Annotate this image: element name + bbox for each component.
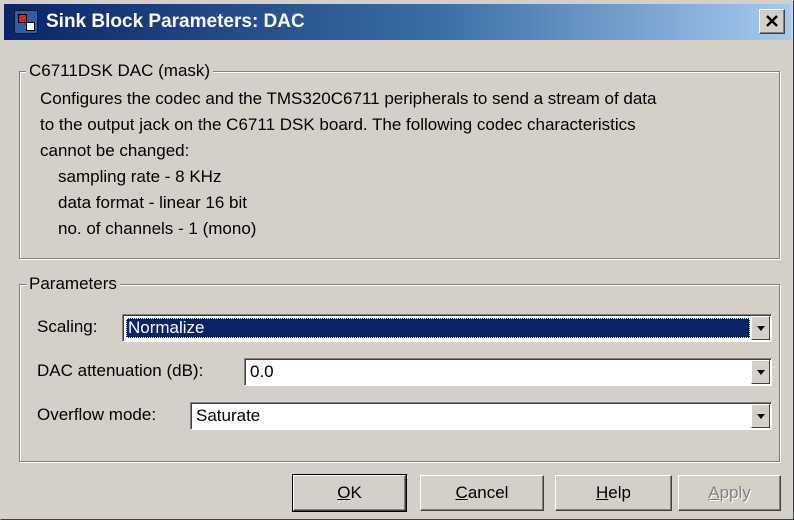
overflow-mode-row: Overflow mode: Saturate [20, 402, 779, 430]
overflow-mode-value: Saturate [196, 406, 261, 425]
ok-label-rest: K [350, 483, 362, 502]
close-button[interactable] [759, 9, 785, 34]
help-mnemonic: H [596, 483, 609, 502]
scaling-value: Normalize [126, 318, 750, 338]
dac-attenuation-value: 0.0 [250, 362, 274, 381]
description-line: to the output jack on the C6711 DSK boar… [40, 115, 636, 134]
apply-label-rest: pply [719, 483, 751, 502]
chevron-down-icon [757, 326, 765, 331]
dialog-window: Sink Block Parameters: DAC C6711DSK DAC … [0, 0, 794, 520]
help-label-rest: elp [608, 483, 631, 502]
scaling-dropdown-button[interactable] [751, 316, 770, 340]
characteristic-channels: no. of channels - 1 (mono) [58, 219, 257, 238]
parameters-group: Parameters Scaling: Normalize DAC attenu… [19, 274, 780, 462]
cancel-mnemonic: C [455, 483, 468, 502]
overflow-mode-dropdown-button[interactable] [751, 404, 770, 428]
characteristic-data-format: data format - linear 16 bit [58, 193, 247, 212]
window-title: Sink Block Parameters: DAC [46, 11, 305, 32]
help-button[interactable]: Help [555, 475, 672, 511]
ok-button[interactable]: OK [292, 474, 407, 512]
title-bar[interactable]: Sink Block Parameters: DAC [4, 4, 791, 40]
description-line: Configures the codec and the TMS320C6711… [40, 89, 657, 108]
scaling-row: Scaling: Normalize [20, 314, 779, 342]
chevron-down-icon [757, 370, 765, 375]
dac-attenuation-dropdown[interactable]: 0.0 [244, 358, 772, 386]
mask-description-group: C6711DSK DAC (mask) Configures the codec… [19, 61, 780, 259]
description-line: cannot be changed: [40, 141, 190, 160]
dac-attenuation-row: DAC attenuation (dB): 0.0 [20, 358, 779, 386]
characteristic-sampling-rate: sampling rate - 8 KHz [58, 167, 222, 186]
mask-description: Configures the codec and the TMS320C6711… [40, 86, 770, 242]
close-icon [766, 15, 778, 27]
ok-mnemonic: O [337, 483, 351, 502]
cancel-label-rest: ancel [467, 483, 509, 502]
dac-attenuation-label: DAC attenuation (dB): [37, 361, 204, 380]
mask-group-title: C6711DSK DAC (mask) [26, 61, 214, 81]
chevron-down-icon [757, 414, 765, 419]
cancel-button[interactable]: Cancel [420, 475, 544, 511]
apply-mnemonic: A [708, 483, 720, 502]
scaling-label: Scaling: [37, 317, 98, 336]
scaling-dropdown[interactable]: Normalize [122, 314, 772, 342]
overflow-mode-label: Overflow mode: [37, 405, 157, 424]
apply-button[interactable]: Apply [678, 475, 781, 511]
overflow-mode-dropdown[interactable]: Saturate [190, 402, 772, 430]
parameters-group-title: Parameters [26, 274, 120, 294]
dac-attenuation-dropdown-button[interactable] [751, 360, 770, 384]
simulink-block-icon [14, 10, 38, 34]
